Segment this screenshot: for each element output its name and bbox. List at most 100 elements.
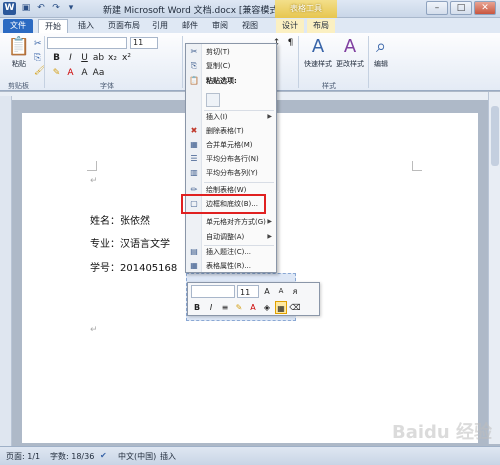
underline-icon[interactable]: U bbox=[78, 52, 91, 65]
mini-font-name-box[interactable] bbox=[191, 285, 235, 298]
borders-icon[interactable]: ▦ bbox=[275, 301, 287, 314]
change-styles-button[interactable]: A 更改样式 bbox=[334, 37, 366, 69]
group-separator bbox=[182, 36, 183, 88]
edit-button[interactable]: ⌕ 编辑 bbox=[370, 37, 392, 69]
copy-icon[interactable]: ⎘ bbox=[34, 53, 41, 63]
format-row-2: ✎ A A Aa bbox=[50, 67, 105, 80]
paste-option-keep-text-icon[interactable] bbox=[206, 93, 220, 107]
cut-icon[interactable]: ✂ bbox=[34, 39, 42, 49]
shrink-font-icon[interactable]: A bbox=[275, 285, 287, 298]
quick-styles-label: 快速样式 bbox=[304, 60, 332, 68]
menu-item-copy[interactable]: ⎘ 复制(C) bbox=[186, 60, 276, 72]
tab-references[interactable]: 引用 bbox=[148, 19, 172, 33]
bold-icon[interactable]: B bbox=[50, 52, 63, 65]
bold-icon[interactable]: B bbox=[191, 301, 203, 314]
menu-item-cell-alignment[interactable]: 单元格对齐方式(G) ▶ bbox=[186, 216, 276, 228]
word-app-icon[interactable]: W bbox=[3, 2, 16, 15]
menu-item-insert-caption[interactable]: ▤ 插入题注(C)... bbox=[186, 246, 276, 258]
tab-file[interactable]: 文件 bbox=[3, 19, 33, 33]
status-bar: 页面: 1/1 字数: 18/36 ✔ 中文(中国) 插入 bbox=[0, 446, 500, 465]
text-highlight-icon[interactable]: ✎ bbox=[50, 67, 63, 80]
menu-item-label: 插入题注(C)... bbox=[206, 248, 252, 256]
format-painter-icon[interactable]: ᴙ bbox=[289, 285, 301, 298]
menu-item-label: 插入(I) bbox=[206, 113, 228, 121]
grow-font-icon[interactable]: A bbox=[78, 67, 91, 80]
menu-item-autofit[interactable]: 自动调整(A) ▶ bbox=[186, 231, 276, 243]
menu-item-label: 剪切(T) bbox=[206, 48, 230, 56]
mini-toolbar: 11 A A ᴙ B I ≡ ✎ A ◈ ▦ ⌫ bbox=[187, 282, 320, 316]
submenu-arrow-icon: ▶ bbox=[267, 233, 272, 240]
italic-icon[interactable]: I bbox=[205, 301, 217, 314]
strikethrough-icon[interactable]: ab bbox=[92, 52, 105, 65]
paste-icon: 📋 bbox=[189, 76, 199, 85]
menu-item-label: 平均分布各行(N) bbox=[206, 155, 259, 163]
shading-icon[interactable]: ◈ bbox=[261, 301, 273, 314]
paste-label: 粘贴 bbox=[12, 60, 26, 68]
tab-review[interactable]: 审阅 bbox=[208, 19, 232, 33]
eraser-icon[interactable]: ⌫ bbox=[289, 301, 301, 314]
text-highlight-icon[interactable]: ✎ bbox=[233, 301, 245, 314]
menu-item-distribute-rows[interactable]: ☰ 平均分布各行(N) bbox=[186, 153, 276, 165]
change-styles-icon: A bbox=[343, 36, 357, 57]
undo-icon[interactable]: ↶ bbox=[35, 2, 47, 14]
page-count[interactable]: 页面: 1/1 bbox=[6, 451, 40, 462]
customize-qat-icon[interactable]: ▾ bbox=[65, 2, 77, 14]
menu-item-label: 平均分布各列(Y) bbox=[206, 169, 258, 177]
menu-item-cut[interactable]: ✂ 剪切(T) bbox=[186, 46, 276, 58]
menu-item-distribute-columns[interactable]: ▥ 平均分布各列(Y) bbox=[186, 167, 276, 179]
superscript-icon[interactable]: x² bbox=[120, 52, 133, 65]
vertical-scrollbar[interactable] bbox=[488, 92, 500, 444]
proofing-icon[interactable]: ✔ bbox=[100, 451, 107, 460]
styles-group-label: 样式 bbox=[322, 82, 336, 90]
menu-item-label: 复制(C) bbox=[206, 62, 231, 70]
menu-item-label: 表格属性(R)... bbox=[206, 262, 252, 270]
tab-mailings[interactable]: 邮件 bbox=[178, 19, 202, 33]
minimize-button[interactable]: – bbox=[426, 1, 448, 15]
tab-page-layout[interactable]: 页面布局 bbox=[104, 19, 144, 33]
tab-view[interactable]: 视图 bbox=[238, 19, 262, 33]
context-menu: ✂ 剪切(T) ⎘ 复制(C) 📋 粘贴选项: 插入(I) ▶ ✖ 删除表格(T… bbox=[185, 43, 277, 273]
paste-icon: 📋 bbox=[7, 36, 31, 57]
tab-insert[interactable]: 插入 bbox=[72, 19, 100, 33]
font-color-icon[interactable]: A bbox=[64, 67, 77, 80]
word-count[interactable]: 字数: 18/36 bbox=[50, 451, 94, 462]
language-indicator[interactable]: 中文(中国) bbox=[118, 451, 156, 462]
tab-layout[interactable]: 布局 bbox=[307, 19, 335, 33]
menu-item-merge-cells[interactable]: ▦ 合并单元格(M) bbox=[186, 139, 276, 151]
subscript-icon[interactable]: x₂ bbox=[106, 52, 119, 65]
show-marks-icon[interactable]: ¶ bbox=[284, 37, 297, 50]
quick-styles-button[interactable]: A 快速样式 bbox=[302, 37, 334, 69]
redo-icon[interactable]: ↷ bbox=[50, 2, 62, 14]
paragraph-mark: ↵ bbox=[90, 176, 98, 186]
tab-home[interactable]: 开始 bbox=[38, 19, 68, 33]
mini-font-size-box[interactable]: 11 bbox=[237, 285, 259, 298]
submenu-arrow-icon: ▶ bbox=[267, 218, 272, 225]
mini-toolbar-row-1: 11 A A ᴙ bbox=[191, 285, 301, 298]
format-row-1: B I U ab x₂ x² bbox=[50, 52, 133, 65]
menu-item-label: 单元格对齐方式(G) bbox=[206, 218, 266, 226]
save-icon[interactable]: ▣ bbox=[20, 2, 32, 14]
major-line[interactable]: 专业：汉语言文学 bbox=[90, 235, 170, 250]
scroll-thumb[interactable] bbox=[491, 106, 499, 166]
maximize-button[interactable]: □ bbox=[450, 1, 472, 15]
font-name-box[interactable] bbox=[47, 37, 127, 49]
insert-mode[interactable]: 插入 bbox=[160, 451, 176, 462]
italic-icon[interactable]: I bbox=[64, 52, 77, 65]
menu-item-table-properties[interactable]: ▦ 表格属性(R)... bbox=[186, 260, 276, 272]
tab-design[interactable]: 设计 bbox=[276, 19, 304, 33]
menu-item-insert[interactable]: 插入(I) ▶ bbox=[186, 111, 276, 123]
menu-item-label: 自动调整(A) bbox=[206, 233, 245, 241]
watermark: Baidu 经验 bbox=[392, 422, 493, 443]
close-button[interactable]: ✕ bbox=[474, 1, 496, 15]
name-line[interactable]: 姓名：张依然 bbox=[90, 212, 150, 227]
font-size-box[interactable]: 11 bbox=[130, 37, 158, 49]
caption-icon: ▤ bbox=[190, 247, 198, 256]
font-color-icon[interactable]: A bbox=[247, 301, 259, 314]
clear-format-icon[interactable]: Aa bbox=[92, 67, 105, 80]
align-center-icon[interactable]: ≡ bbox=[219, 301, 231, 314]
paste-button[interactable]: 📋 粘贴 bbox=[6, 37, 32, 69]
grow-font-icon[interactable]: A bbox=[261, 285, 273, 298]
window-controls: – □ ✕ bbox=[426, 1, 496, 15]
menu-item-delete-table[interactable]: ✖ 删除表格(T) bbox=[186, 125, 276, 137]
student-id-line[interactable]: 学号：201405168 bbox=[90, 259, 177, 274]
